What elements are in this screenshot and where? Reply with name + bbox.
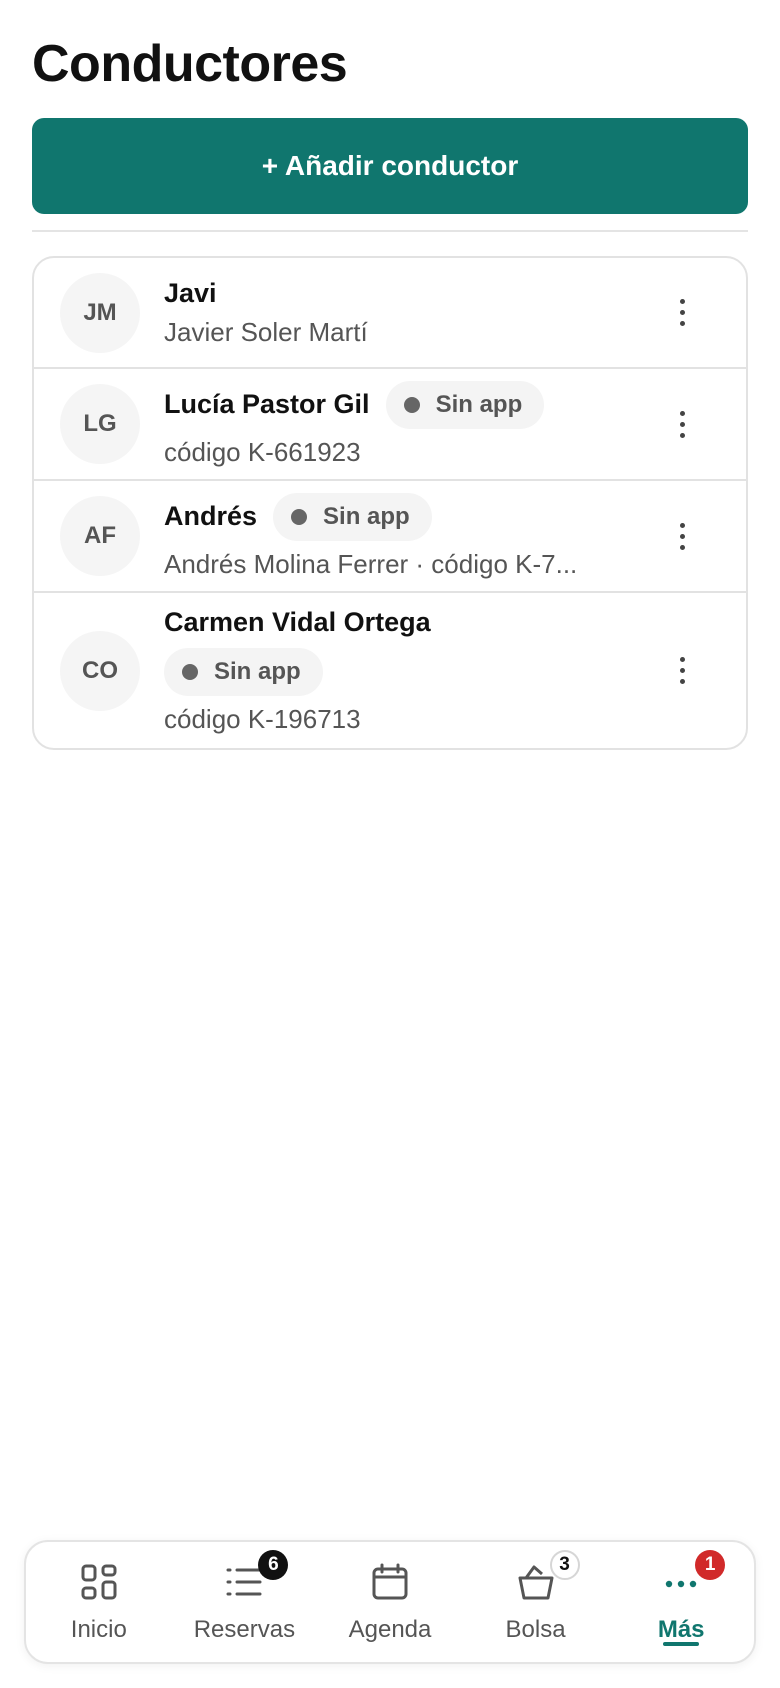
row-menu-button[interactable] [662, 647, 702, 695]
driver-list: JM Javi Javier Soler Martí LG Lucía Past… [32, 256, 748, 750]
driver-info: Javi Javier Soler Martí [164, 278, 646, 348]
status-dot-icon [291, 508, 308, 525]
status-badge: Sin app [385, 380, 545, 429]
bolsa-count-badge: 3 [549, 1550, 580, 1580]
nav-label: Bolsa [505, 1616, 566, 1643]
nav-item-inicio[interactable]: Inicio [26, 1542, 172, 1662]
driver-info: Carmen Vidal Ortega Sin app código K-196… [164, 607, 646, 735]
driver-name: Carmen Vidal Ortega [164, 606, 431, 637]
driver-subline: código K-661923 [164, 436, 361, 467]
more-vertical-icon [679, 522, 685, 528]
status-badge: Sin app [273, 492, 432, 541]
nav-item-agenda[interactable]: Agenda [317, 1542, 463, 1662]
driver-name: Javi [164, 277, 217, 308]
drivers-screen: Conductores + Añadir conductor JM Javi J… [0, 0, 780, 1688]
driver-name: Andrés [164, 501, 258, 531]
avatar: CO [60, 630, 140, 711]
driver-row[interactable]: CO Carmen Vidal Ortega Sin app código K-… [34, 593, 746, 748]
nav-label: Inicio [70, 1616, 127, 1643]
more-vertical-icon [679, 657, 685, 662]
active-indicator [663, 1642, 700, 1646]
avatar: AF [60, 496, 140, 576]
reservas-count-badge: 6 [258, 1550, 289, 1580]
status-dot-icon [182, 663, 198, 680]
avatar: JM [60, 272, 140, 353]
add-driver-button[interactable]: + Añadir conductor [32, 118, 748, 214]
row-menu-button[interactable] [662, 400, 702, 448]
driver-subline: Javier Soler Martí [164, 316, 368, 347]
status-badge: Sin app [164, 647, 323, 696]
row-menu-button[interactable] [662, 512, 702, 560]
driver-row[interactable]: AF Andrés Sin app Andrés Molina Ferrer ·… [34, 481, 746, 593]
grid-icon [79, 1562, 119, 1602]
driver-name: Lucía Pastor Gil [164, 389, 370, 419]
row-menu-button[interactable] [662, 289, 702, 337]
more-vertical-icon [679, 410, 685, 416]
driver-row[interactable]: LG Lucía Pastor Gil Sin app código K-661… [34, 369, 746, 481]
status-dot-icon [403, 396, 420, 413]
driver-subline: código K-196713 [164, 703, 361, 734]
mas-alert-badge: 1 [695, 1550, 726, 1580]
nav-label: Reservas [193, 1616, 296, 1643]
nav-item-mas[interactable]: 1 Más [608, 1542, 754, 1662]
avatar: LG [60, 384, 140, 464]
nav-label: Agenda [348, 1616, 432, 1643]
page-title: Conductores [32, 35, 348, 93]
more-vertical-icon [679, 299, 685, 304]
more-dots-icon: 1 [661, 1550, 726, 1602]
calendar-icon [370, 1562, 410, 1602]
driver-subline: Andrés Molina Ferrer · código K-7... [164, 548, 578, 579]
nav-label: Más [657, 1616, 705, 1643]
list-icon: 6 [224, 1550, 289, 1602]
driver-row[interactable]: JM Javi Javier Soler Martí [34, 258, 746, 369]
nav-item-bolsa[interactable]: 3 Bolsa [463, 1542, 609, 1662]
divider [32, 230, 748, 232]
basket-icon: 3 [516, 1550, 580, 1602]
driver-info: Lucía Pastor Gil Sin app código K-661923 [164, 380, 646, 468]
driver-info: Andrés Sin app Andrés Molina Ferrer · có… [164, 492, 646, 580]
nav-item-reservas[interactable]: 6 Reservas [172, 1542, 318, 1662]
bottom-nav: Inicio 6 Reservas Agenda 3 Bolsa 1 Más [24, 1540, 756, 1664]
